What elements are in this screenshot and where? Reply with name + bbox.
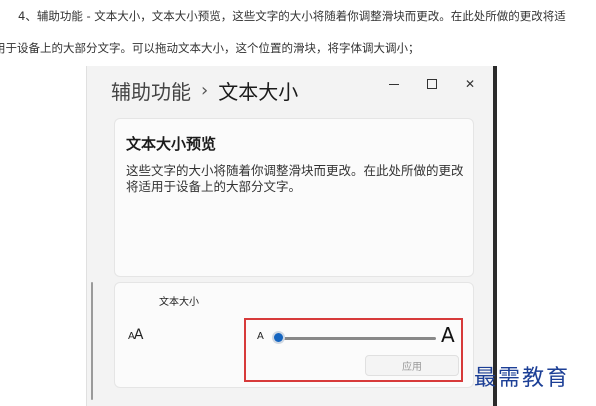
preview-title: 文本大小预览 [126,135,217,153]
breadcrumb: 辅助功能 › 文本大小 [111,76,298,105]
text-size-icon: AA [128,327,143,343]
slider-min-label: A [257,331,264,342]
maximize-button[interactable] [413,72,451,96]
close-icon: ✕ [464,77,476,91]
chevron-right-icon: › [201,80,209,101]
article-text-line-1: 4、辅助功能 - 文本大小，文本大小预览，这些文字的大小将随着你调整滑块而更改。… [18,9,566,23]
settings-window: 辅助功能 › 文本大小 ✕ 文本大小预览 这些文字的大小将随着你调整滑块而更改。… [86,66,497,406]
slider-max-label: A [441,323,455,347]
text-size-slider-thumb[interactable] [274,333,283,342]
preview-text: 这些文字的大小将随着你调整滑块而更改。在此处所做的更改将适用于设备上的大部分文字… [126,163,464,194]
text-size-card: 文本大小 AA A A 应用 [114,282,474,388]
window-controls: ✕ [375,72,489,96]
maximize-icon [427,79,437,89]
scrollbar[interactable] [91,282,93,400]
text-size-slider-track[interactable] [275,337,436,340]
minimize-button[interactable] [375,72,413,96]
close-button[interactable]: ✕ [451,72,489,96]
breadcrumb-parent-link[interactable]: 辅助功能 [111,76,191,105]
minimize-icon [389,83,399,85]
page-title: 文本大小 [218,80,299,104]
article-text-line-2: 用于设备上的大部分文字。可以拖动文本大小，这个位置的滑块，将字体调大调小； [0,41,420,55]
apply-button[interactable]: 应用 [365,355,459,376]
watermark-logo: 最需教育 [474,366,571,391]
text-size-label: 文本大小 [159,297,199,308]
right-edge-bar [493,66,497,406]
text-size-preview-card: 文本大小预览 这些文字的大小将随着你调整滑块而更改。在此处所做的更改将适用于设备… [114,118,474,277]
title-bar: 辅助功能 › 文本大小 ✕ [87,66,497,116]
